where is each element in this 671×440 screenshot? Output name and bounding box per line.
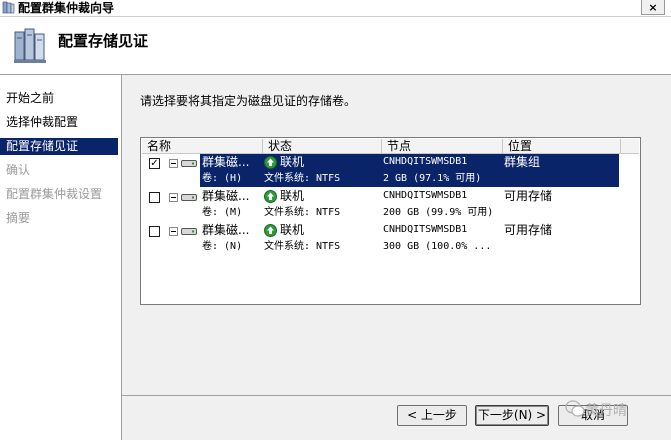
nav-step-select-quorum[interactable]: 选择仲裁配置 (0, 114, 118, 131)
wizard-content: 请选择要将其指定为磁盘见证的存储卷。 名称 状态 节点 位置 ✓ 群集磁... … (122, 75, 671, 440)
close-button[interactable]: × (641, 0, 665, 15)
row-name: 群集磁... (202, 223, 250, 237)
previous-button[interactable]: < 上一步 (397, 405, 467, 426)
row-status: 联机 (280, 189, 305, 203)
row-name: 群集磁... (202, 189, 250, 203)
row-checkbox[interactable] (149, 192, 160, 203)
watermark-text: 黄丹晴 (585, 403, 627, 419)
row-volume: 卷: (N) (202, 241, 243, 252)
row-node: CNHDQITSWMSDB1 (383, 224, 468, 235)
disk-icon (181, 160, 197, 167)
row-capacity: 200 GB (99.9% 可用) (383, 207, 494, 218)
wizard-steps-nav: 开始之前 选择仲裁配置 配置存储见证 确认 配置群集仲裁设置 摘要 (0, 75, 122, 440)
row-node: CNHDQITSWMSDB1 (383, 190, 468, 201)
row-filesystem: 文件系统: NTFS (264, 207, 341, 218)
row-node: CNHDQITSWMSDB1 (383, 156, 468, 167)
table-row[interactable]: ✓ 群集磁... 联机 CNHDQITSWMSDB1 群集组 卷: (H) 文件… (141, 154, 640, 188)
row-status: 联机 (280, 223, 305, 237)
row-filesystem: 文件系统: NTFS (264, 241, 341, 252)
row-checkbox[interactable]: ✓ (149, 158, 160, 169)
column-header-name[interactable]: 名称 (142, 139, 263, 153)
nav-step-before-you-begin[interactable]: 开始之前 (0, 90, 118, 107)
storage-witness-icon (14, 28, 46, 63)
footer-divider (122, 395, 671, 396)
disk-icon (181, 194, 197, 201)
row-volume: 卷: (H) (202, 173, 243, 184)
title-bar: 配置群集仲裁向导 × (0, 0, 671, 17)
next-button[interactable]: 下一步(N) > (475, 405, 549, 426)
row-location: 可用存储 (504, 189, 553, 203)
nav-step-configure-storage-witness[interactable]: 配置存储见证 (0, 138, 118, 155)
row-location: 群集组 (504, 155, 541, 169)
cluster-wizard-icon (2, 1, 15, 14)
list-header: 名称 状态 节点 位置 (142, 139, 639, 154)
nav-step-confirm: 确认 (6, 163, 31, 177)
column-header-node[interactable]: 节点 (382, 139, 503, 153)
disk-icon (181, 228, 197, 235)
table-row[interactable]: 群集磁... 联机 CNHDQITSWMSDB1 可用存储 卷: (M) 文件系… (141, 188, 640, 222)
row-capacity: 2 GB (97.1% 可用) (383, 173, 482, 184)
row-checkbox[interactable] (149, 226, 160, 237)
row-volume: 卷: (M) (202, 207, 243, 218)
row-name: 群集磁... (202, 155, 250, 169)
window-title: 配置群集仲裁向导 (18, 1, 115, 15)
watermark: 黄丹晴 (563, 398, 671, 428)
wechat-logo-icon (565, 400, 585, 417)
nav-step-configure-quorum-settings: 配置群集仲裁设置 (6, 187, 103, 201)
page-title: 配置存储见证 (58, 32, 149, 50)
row-location: 可用存储 (504, 223, 553, 237)
close-icon: × (648, 1, 658, 14)
column-header-status[interactable]: 状态 (263, 139, 382, 153)
row-status: 联机 (280, 155, 305, 169)
expand-collapse-icon[interactable] (169, 159, 178, 168)
expand-collapse-icon[interactable] (169, 193, 178, 202)
online-status-icon (264, 190, 277, 203)
table-row[interactable]: 群集磁... 联机 CNHDQITSWMSDB1 可用存储 卷: (N) 文件系… (141, 222, 640, 256)
instruction-text: 请选择要将其指定为磁盘见证的存储卷。 (140, 94, 357, 108)
online-status-icon (264, 224, 277, 237)
row-filesystem: 文件系统: NTFS (264, 173, 341, 184)
nav-step-summary: 摘要 (6, 211, 31, 225)
storage-volume-list[interactable]: 名称 状态 节点 位置 ✓ 群集磁... 联机 CNHDQITSWMSDB1 群… (140, 137, 641, 305)
column-header-location[interactable]: 位置 (503, 139, 621, 153)
row-capacity: 300 GB (100.0% ... (383, 241, 492, 252)
wizard-header: 配置存储见证 (0, 17, 671, 75)
expand-collapse-icon[interactable] (169, 227, 178, 236)
online-status-icon (264, 156, 277, 169)
